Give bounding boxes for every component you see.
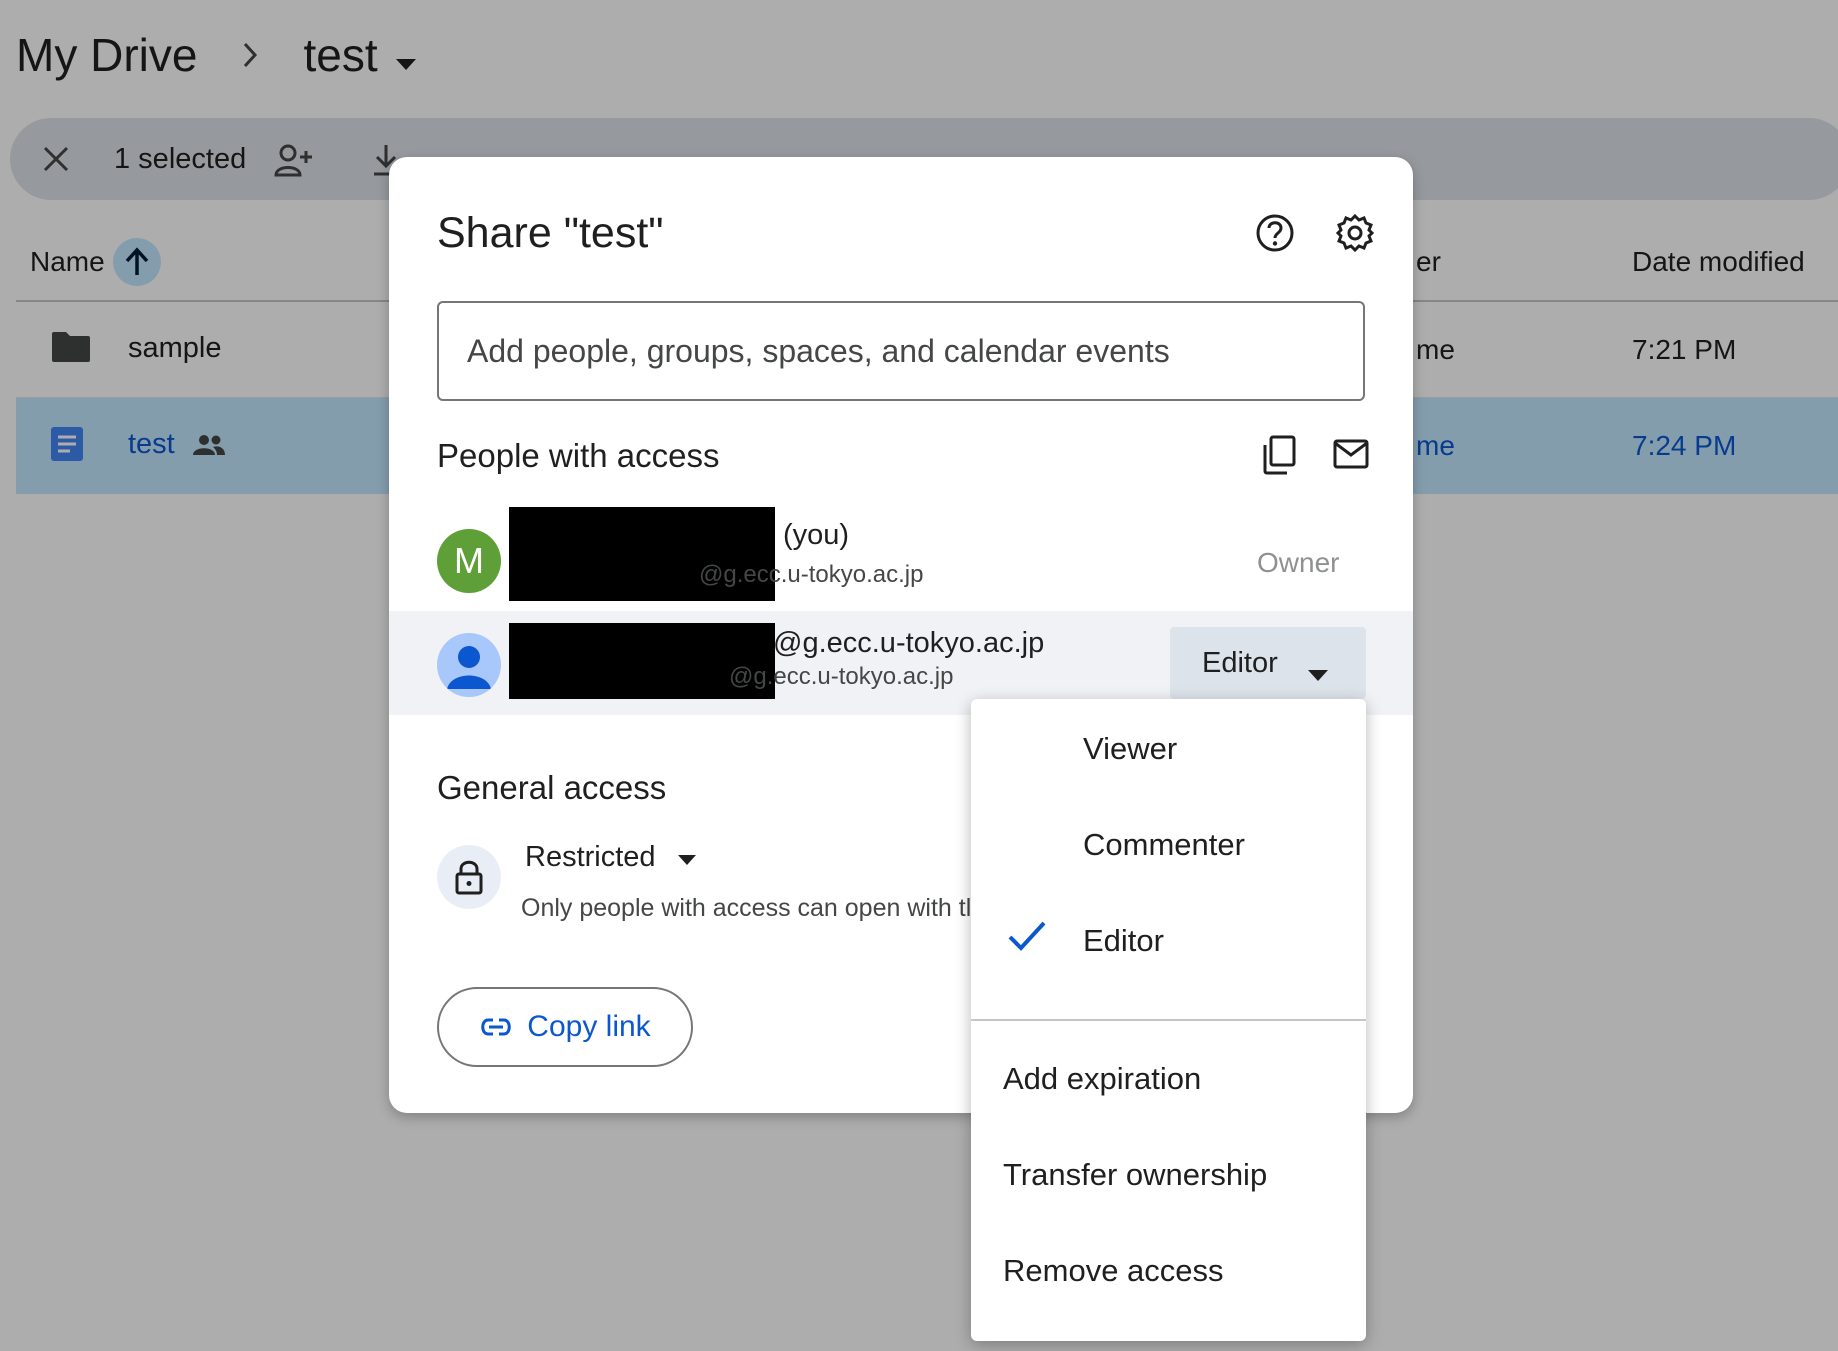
menu-item-add-expiration[interactable]: Add expiration	[971, 1031, 1366, 1127]
menu-item-transfer-ownership[interactable]: Transfer ownership	[971, 1127, 1366, 1223]
checkmark-icon	[1007, 919, 1047, 961]
person-row-owner: M (you) @g.ecc.u-tokyo.ac.jp Owner	[389, 507, 1413, 611]
access-description: Only people with access can open with tl	[521, 894, 972, 922]
link-icon	[479, 1017, 513, 1037]
menu-item-remove-access[interactable]: Remove access	[971, 1223, 1366, 1319]
menu-item-label: Add expiration	[1003, 1061, 1202, 1096]
access-level-dropdown[interactable]: Restricted	[525, 841, 696, 874]
menu-item-label: Editor	[1083, 923, 1164, 958]
dialog-title: Share "test"	[437, 209, 664, 257]
person-name-suffix: @g.ecc.u-tokyo.ac.jp	[773, 627, 1045, 659]
copy-link-button[interactable]: Copy link	[437, 987, 693, 1067]
menu-item-label: Transfer ownership	[1003, 1157, 1268, 1192]
role-menu: Viewer Commenter Editor Add expiration T…	[971, 699, 1366, 1341]
people-with-access-title: People with access	[437, 437, 720, 474]
menu-item-viewer[interactable]: Viewer	[971, 701, 1366, 797]
menu-item-commenter[interactable]: Commenter	[971, 797, 1366, 893]
help-icon[interactable]	[1255, 213, 1295, 258]
menu-item-label: Viewer	[1083, 731, 1178, 766]
caret-down-icon	[677, 841, 696, 874]
menu-divider	[971, 1019, 1366, 1021]
access-level-label: Restricted	[525, 841, 656, 873]
role-dropdown-label: Editor	[1202, 646, 1278, 679]
default-avatar-icon	[437, 633, 501, 697]
person-email: @g.ecc.u-tokyo.ac.jp	[729, 663, 954, 690]
copy-emails-icon[interactable]	[1261, 435, 1297, 480]
gear-icon[interactable]	[1335, 213, 1375, 258]
caret-down-icon	[1308, 657, 1328, 690]
general-access-title: General access	[437, 769, 667, 806]
role-dropdown-button[interactable]: Editor	[1170, 627, 1366, 699]
email-icon[interactable]	[1333, 439, 1369, 474]
add-people-input[interactable]	[437, 301, 1365, 401]
avatar: M	[437, 529, 501, 593]
menu-item-editor[interactable]: Editor	[971, 893, 1366, 989]
menu-item-label: Remove access	[1003, 1253, 1224, 1288]
person-name-suffix: (you)	[783, 519, 850, 551]
menu-item-label: Commenter	[1083, 827, 1245, 862]
person-email: @g.ecc.u-tokyo.ac.jp	[699, 561, 924, 588]
person-role-owner: Owner	[1257, 547, 1340, 578]
lock-icon	[437, 845, 501, 909]
copy-link-label: Copy link	[527, 1010, 651, 1043]
